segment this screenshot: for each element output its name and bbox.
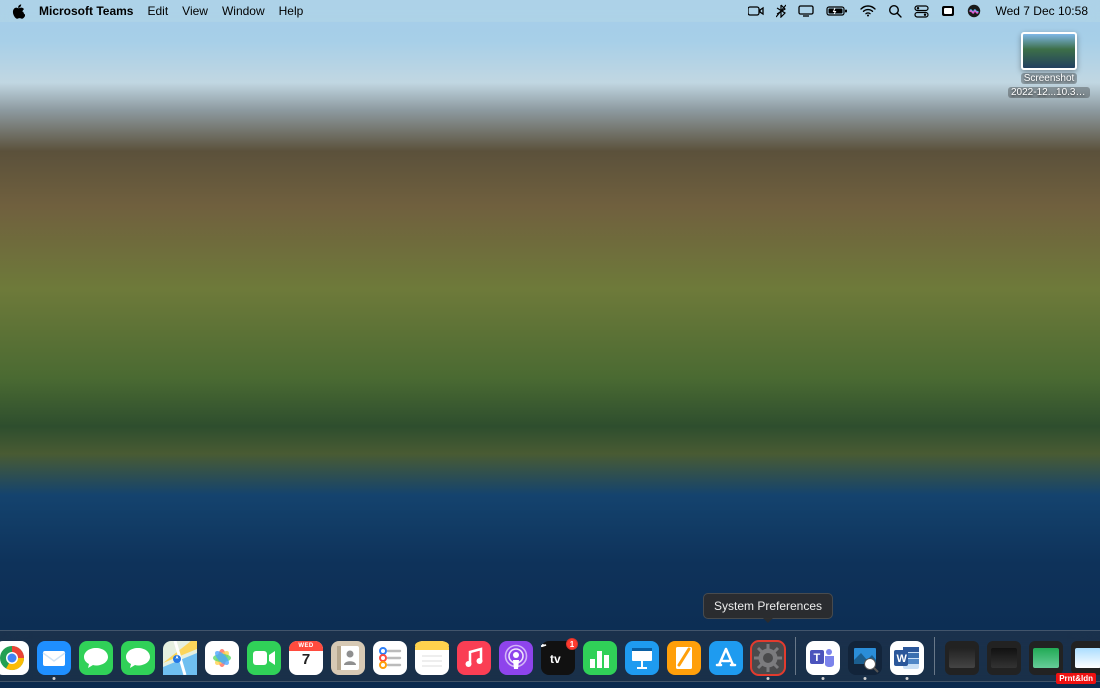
dock-numbers[interactable]: [583, 641, 617, 675]
dock-appstore[interactable]: [709, 641, 743, 675]
menu-bar-right: Wed 7 Dec 10:58: [748, 4, 1088, 18]
dock-system-preferences[interactable]: System Preferences: [751, 641, 785, 675]
corner-badge: Prnt&Idn: [1056, 673, 1096, 684]
desktop-file-screenshot[interactable]: Screenshot 2022-12...10.38.20: [1014, 32, 1084, 98]
dock-calendar[interactable]: WED 7: [289, 641, 323, 675]
bluetooth-off-icon[interactable]: [776, 4, 786, 18]
dock-mail[interactable]: [37, 641, 71, 675]
app-name[interactable]: Microsoft Teams: [39, 4, 133, 18]
dock-music[interactable]: [457, 641, 491, 675]
dock-reminders[interactable]: [373, 641, 407, 675]
dock-contacts[interactable]: [331, 641, 365, 675]
menu-edit[interactable]: Edit: [147, 4, 168, 18]
dock-recent-3[interactable]: [1029, 641, 1063, 675]
dock-recent-1[interactable]: [945, 641, 979, 675]
search-icon[interactable]: [888, 4, 902, 18]
dock-pages[interactable]: [667, 641, 701, 675]
screen-record-icon[interactable]: [941, 5, 955, 17]
dock-recent-2[interactable]: [987, 641, 1021, 675]
dock: WED 7 tv 1 System Preferences T: [0, 630, 1100, 682]
wifi-icon[interactable]: [860, 5, 876, 17]
tv-badge: 1: [566, 638, 578, 650]
svg-text:tv: tv: [550, 652, 561, 666]
dock-separator-1: [795, 637, 796, 675]
desktop-file-label-1: Screenshot: [1021, 73, 1078, 84]
dock-podcasts[interactable]: [499, 641, 533, 675]
dock-messages-2[interactable]: [121, 641, 155, 675]
svg-text:T: T: [814, 652, 821, 664]
dock-word[interactable]: W: [890, 641, 924, 675]
dock-keynote[interactable]: [625, 641, 659, 675]
dock-tooltip: System Preferences: [703, 593, 833, 619]
dock-separator-2: [934, 637, 935, 675]
siri-icon[interactable]: [967, 4, 981, 18]
dock-preview[interactable]: [848, 641, 882, 675]
svg-text:W: W: [897, 653, 908, 665]
battery-icon[interactable]: [826, 5, 848, 17]
calendar-dow: WED: [289, 643, 323, 649]
menu-window[interactable]: Window: [222, 4, 265, 18]
dock-facetime[interactable]: [247, 641, 281, 675]
menu-bar: Microsoft Teams Edit View Window Help We…: [0, 0, 1100, 22]
dock-maps[interactable]: [163, 641, 197, 675]
control-center-icon[interactable]: [914, 5, 929, 18]
menu-view[interactable]: View: [182, 4, 208, 18]
menu-help[interactable]: Help: [279, 4, 304, 18]
menu-bar-left: Microsoft Teams Edit View Window Help: [12, 4, 303, 19]
dock-messages-1[interactable]: [79, 641, 113, 675]
camera-icon[interactable]: [748, 5, 764, 17]
apple-menu-icon[interactable]: [12, 4, 25, 19]
display-icon[interactable]: [798, 5, 814, 17]
calendar-day: 7: [289, 651, 323, 668]
dock-recent-4[interactable]: [1071, 641, 1100, 675]
desktop-file-label-2: 2022-12...10.38.20: [1008, 87, 1090, 98]
screenshot-thumbnail-icon: [1021, 32, 1077, 70]
dock-notes[interactable]: [415, 641, 449, 675]
menu-bar-clock[interactable]: Wed 7 Dec 10:58: [995, 4, 1088, 18]
dock-chrome[interactable]: [0, 641, 29, 675]
dock-tv[interactable]: tv 1: [541, 641, 575, 675]
dock-photos[interactable]: [205, 641, 239, 675]
dock-teams[interactable]: T: [806, 641, 840, 675]
